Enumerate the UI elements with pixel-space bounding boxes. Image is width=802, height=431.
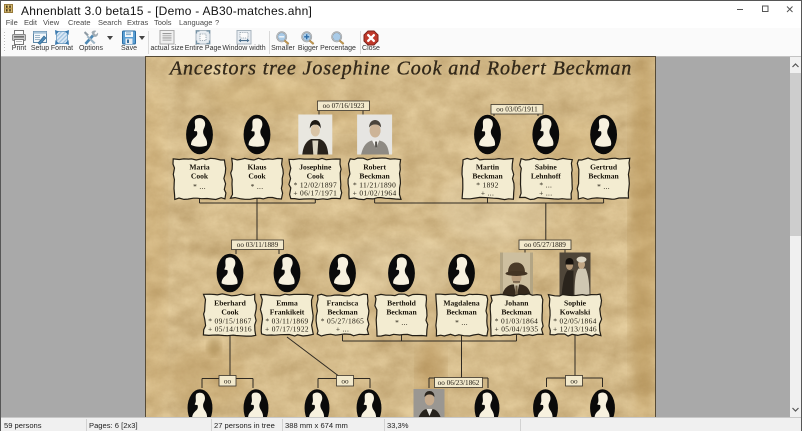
svg-text:Beckman: Beckman	[386, 308, 417, 317]
svg-text:Beckman: Beckman	[588, 172, 619, 181]
svg-text:Magdalena: Magdalena	[443, 299, 479, 308]
svg-text:+ ...: + ...	[481, 189, 494, 198]
svg-text:+ 05/04/1935: + 05/04/1935	[495, 325, 539, 334]
svg-text:Cook: Cook	[221, 308, 239, 317]
svg-text:Josephine: Josephine	[299, 163, 332, 172]
svg-text:Beckman: Beckman	[327, 308, 358, 317]
svg-text:Martin: Martin	[476, 163, 500, 172]
svg-text:Kowalski: Kowalski	[560, 308, 590, 317]
svg-text:Francisca: Francisca	[327, 299, 359, 308]
svg-text:+ 01/02/1964: + 01/02/1964	[353, 189, 397, 198]
svg-text:+ ...: + ...	[539, 189, 552, 198]
svg-text:Sophie: Sophie	[564, 299, 587, 308]
svg-text:+ 12/13/1946: + 12/13/1946	[553, 325, 597, 334]
svg-text:+ 07/17/1922: + 07/17/1922	[265, 325, 309, 334]
svg-text:* ...: * ...	[597, 182, 610, 191]
svg-text:Johann: Johann	[504, 299, 529, 308]
svg-text:* ...: * ...	[395, 318, 408, 327]
svg-text:* ...: * ...	[455, 318, 468, 327]
svg-text:Emma: Emma	[276, 299, 298, 308]
svg-text:oo: oo	[224, 378, 232, 386]
svg-text:Cook: Cook	[191, 172, 209, 181]
svg-text:Beckman: Beckman	[501, 308, 532, 317]
svg-text:Beckman: Beckman	[472, 172, 503, 181]
svg-text:+ 05/14/1916: + 05/14/1916	[208, 325, 252, 334]
svg-text:oo 03/05/1911: oo 03/05/1911	[496, 106, 538, 114]
svg-text:oo 03/11/1889: oo 03/11/1889	[237, 241, 279, 249]
svg-text:oo 05/27/1889: oo 05/27/1889	[524, 241, 566, 249]
svg-text:Beckman: Beckman	[359, 172, 390, 181]
svg-text:oo: oo	[570, 378, 578, 386]
svg-text:+ 06/17/1971: + 06/17/1971	[293, 189, 337, 198]
svg-text:Ancestors tree Josephine Cook: Ancestors tree Josephine Cook and Robert…	[168, 58, 632, 80]
svg-text:oo 06/23/1862: oo 06/23/1862	[438, 379, 480, 387]
svg-text:Gertrud: Gertrud	[590, 163, 618, 172]
svg-text:Lehnhoff: Lehnhoff	[531, 172, 561, 181]
svg-text:Cook: Cook	[307, 172, 325, 181]
svg-text:Sabine: Sabine	[535, 163, 558, 172]
svg-text:Maria: Maria	[189, 163, 209, 172]
svg-text:+ ...: + ...	[336, 325, 349, 334]
svg-text:* ...: * ...	[193, 182, 206, 191]
svg-text:Robert: Robert	[363, 163, 386, 172]
svg-text:Frankikeit: Frankikeit	[270, 308, 305, 317]
svg-text:Berthold: Berthold	[387, 299, 416, 308]
svg-text:oo 07/16/1923: oo 07/16/1923	[323, 102, 365, 110]
svg-text:Beckman: Beckman	[446, 308, 477, 317]
svg-text:Cook: Cook	[248, 172, 266, 181]
svg-text:Eberhard: Eberhard	[214, 299, 246, 308]
svg-text:oo: oo	[341, 378, 349, 386]
svg-text:Klaus: Klaus	[248, 163, 267, 172]
svg-text:* ...: * ...	[251, 182, 264, 191]
